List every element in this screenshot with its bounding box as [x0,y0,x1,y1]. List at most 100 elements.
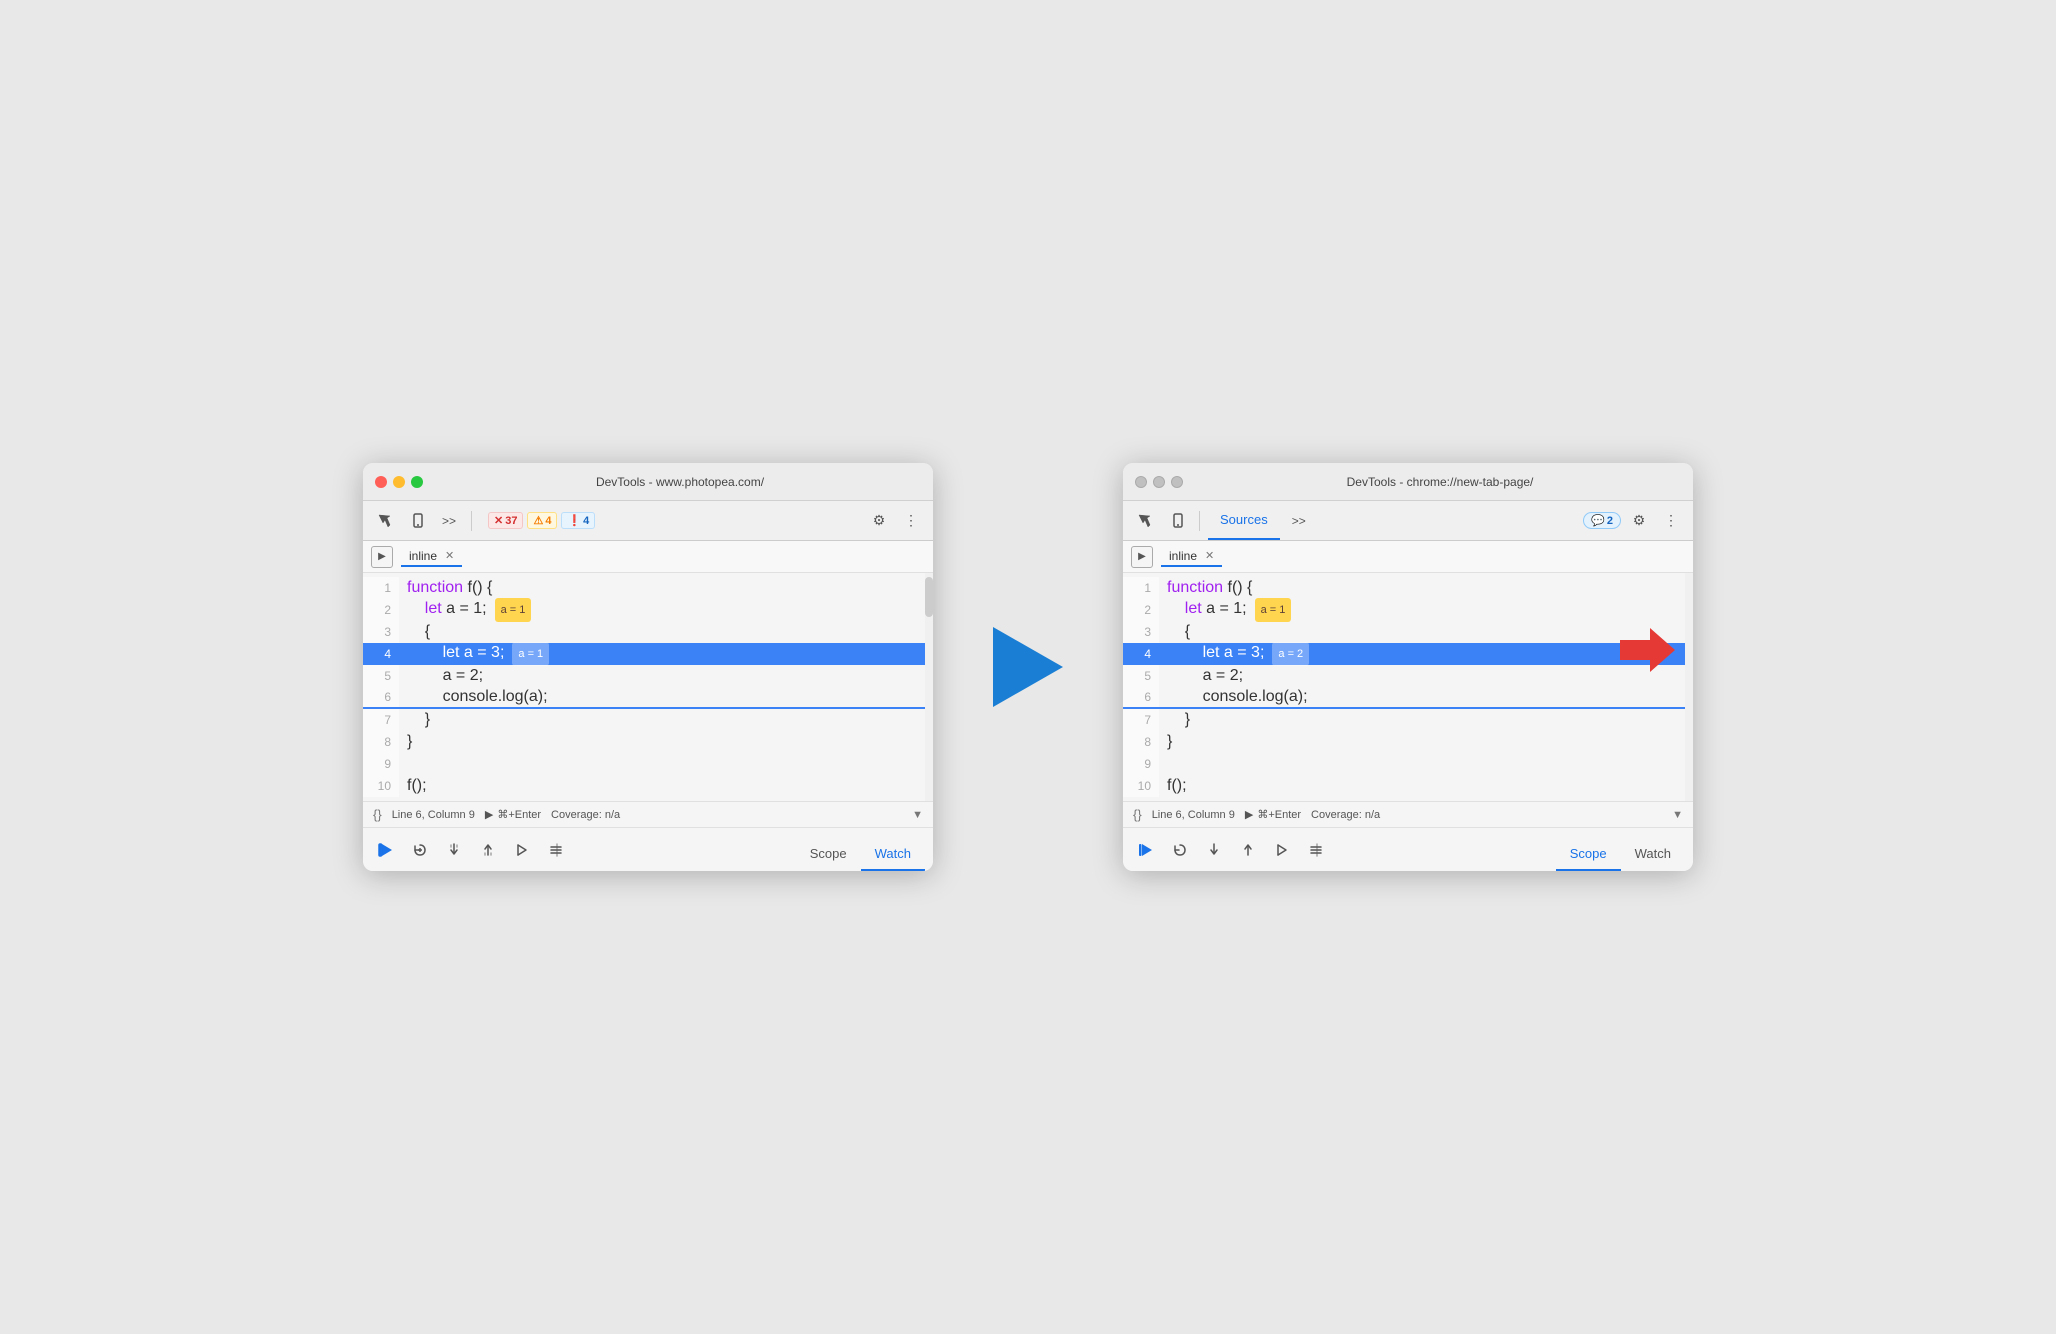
step-over-button[interactable] [405,835,435,865]
right-devtools-toolbar: Sources >> 💬 2 ⚙ ⋮ [1123,501,1693,541]
more-tabs-icon[interactable]: >> [435,507,463,535]
right-code-line-5: 5 a = 2; [1123,665,1685,687]
right-chat-badge[interactable]: 💬 2 [1583,512,1621,529]
right-toolbar-sep [1199,511,1200,531]
minimize-button[interactable] [393,476,405,488]
left-coverage: Coverage: n/a [551,809,620,821]
right-code-line-4: 4 let a = 3;a = 2 [1123,643,1685,665]
left-title-bar: DevTools - www.photopea.com/ [363,463,933,501]
step-into-button[interactable] [439,835,469,865]
right-code-line-8: 8 } [1123,731,1685,753]
right-minimize-button[interactable] [1153,476,1165,488]
code-line-5: 5 a = 2; [363,665,925,687]
left-devtools-toolbar: >> ✕ 37 ⚠ 4 ❗ 4 ⚙ ⋮ [363,501,933,541]
right-code-editor[interactable]: 1 function f() { 2 let a = 1;a = 1 3 { 4… [1123,573,1685,801]
right-inline-tab-close[interactable]: ✕ [1205,549,1214,562]
right-mobile-icon[interactable] [1163,507,1191,535]
code-line-9: 9 [363,753,925,775]
left-toolbar-right: ⚙ ⋮ [865,507,925,535]
format-icon[interactable]: {} [373,807,382,822]
left-devtools-window: DevTools - www.photopea.com/ >> ✕ 37 ⚠ 4 [363,463,933,871]
info-badge[interactable]: ❗ 4 [561,512,595,529]
left-editor-wrapper: 1 function f() { 2 let a = 1;a = 1 3 { 4… [363,573,933,801]
left-play-pause-button[interactable]: ▶ [371,546,393,568]
left-inline-tab[interactable]: inline ✕ [401,547,462,567]
deactivate-button[interactable] [541,835,571,865]
left-window-title: DevTools - www.photopea.com/ [439,475,921,489]
left-code-editor[interactable]: 1 function f() { 2 let a = 1;a = 1 3 { 4… [363,573,925,801]
right-step-button[interactable] [1267,835,1297,865]
right-inline-val-4: a = 2 [1272,642,1309,666]
inline-val-4: a = 1 [512,642,549,666]
blue-arrow-icon [993,627,1063,707]
right-more-options-icon[interactable]: ⋮ [1657,507,1685,535]
warning-icon: ⚠ [533,514,543,527]
left-watch-tab[interactable]: Watch [861,837,925,871]
left-inline-tab-close[interactable]: ✕ [445,549,454,562]
code-line-3: 3 { [363,621,925,643]
code-line-2: 2 let a = 1;a = 1 [363,599,925,621]
warning-badge[interactable]: ⚠ 4 [527,512,557,529]
left-status-dropdown[interactable]: ▼ [912,809,923,821]
close-button[interactable] [375,476,387,488]
error-icon: ✕ [494,514,503,527]
maximize-button[interactable] [411,476,423,488]
left-scrollbar[interactable] [925,573,933,801]
right-status-bar: {} Line 6, Column 9 ▶ ⌘+Enter Coverage: … [1123,801,1693,827]
mobile-icon[interactable] [403,507,431,535]
right-maximize-button[interactable] [1171,476,1183,488]
right-toolbar-right: 💬 2 ⚙ ⋮ [1583,507,1685,535]
right-format-icon[interactable]: {} [1133,807,1142,822]
left-inline-tab-label: inline [409,549,437,563]
right-inline-tab[interactable]: inline ✕ [1161,547,1222,567]
inline-val-2: a = 1 [495,598,532,622]
right-scrollbar[interactable] [1685,573,1693,801]
right-resume-button[interactable] [1131,835,1161,865]
transition-arrow [993,627,1063,707]
step-button[interactable] [507,835,537,865]
right-debug-bar: Scope Watch [1123,827,1693,871]
right-close-button[interactable] [1135,476,1147,488]
left-scope-tab[interactable]: Scope [796,837,861,871]
settings-icon[interactable]: ⚙ [865,507,893,535]
left-debug-bar: Scope Watch [363,827,933,871]
right-window-title: DevTools - chrome://new-tab-page/ [1199,475,1681,489]
right-devtools-window: DevTools - chrome://new-tab-page/ Source… [1123,463,1693,871]
right-coverage: Coverage: n/a [1311,809,1380,821]
right-editor-wrapper: 1 function f() { 2 let a = 1;a = 1 3 { 4… [1123,573,1693,801]
right-sources-tab[interactable]: Sources [1208,501,1280,540]
right-play-pause-button[interactable]: ▶ [1131,546,1153,568]
right-file-tab-bar: ▶ inline ✕ [1123,541,1693,573]
right-inspect-icon[interactable] [1131,507,1159,535]
right-inline-val-2: a = 1 [1255,598,1292,622]
right-deactivate-button[interactable] [1301,835,1331,865]
more-options-icon[interactable]: ⋮ [897,507,925,535]
left-run-button[interactable]: ▶ ⌘+Enter [485,808,541,821]
inspect-icon[interactable] [371,507,399,535]
error-badge[interactable]: ✕ 37 [488,512,523,529]
right-traffic-lights [1135,476,1183,488]
right-run-button[interactable]: ▶ ⌘+Enter [1245,808,1301,821]
right-scope-tab[interactable]: Scope [1556,837,1621,871]
resume-button[interactable] [371,835,401,865]
toolbar-separator-1 [471,511,472,531]
right-step-out-button[interactable] [1233,835,1263,865]
right-more-tabs[interactable]: >> [1284,514,1314,528]
step-out-button[interactable] [473,835,503,865]
right-status-dropdown[interactable]: ▼ [1672,809,1683,821]
toolbar-badges: ✕ 37 ⚠ 4 ❗ 4 [488,512,595,529]
left-status-bar: {} Line 6, Column 9 ▶ ⌘+Enter Coverage: … [363,801,933,827]
code-line-10: 10 f(); [363,775,925,797]
right-step-into-button[interactable] [1199,835,1229,865]
right-debug-tabs: Scope Watch [1556,828,1685,871]
code-line-4: 4 let a = 3;a = 1 [363,643,925,665]
left-debug-tabs: Scope Watch [796,828,925,871]
right-watch-tab[interactable]: Watch [1621,837,1685,871]
code-line-7: 7 } [363,709,925,731]
right-settings-icon[interactable]: ⚙ [1625,507,1653,535]
right-line-col: Line 6, Column 9 [1152,809,1235,821]
right-step-over-button[interactable] [1165,835,1195,865]
right-code-line-10: 10 f(); [1123,775,1685,797]
left-file-tab-bar: ▶ inline ✕ [363,541,933,573]
right-code-line-3: 3 { [1123,621,1685,643]
